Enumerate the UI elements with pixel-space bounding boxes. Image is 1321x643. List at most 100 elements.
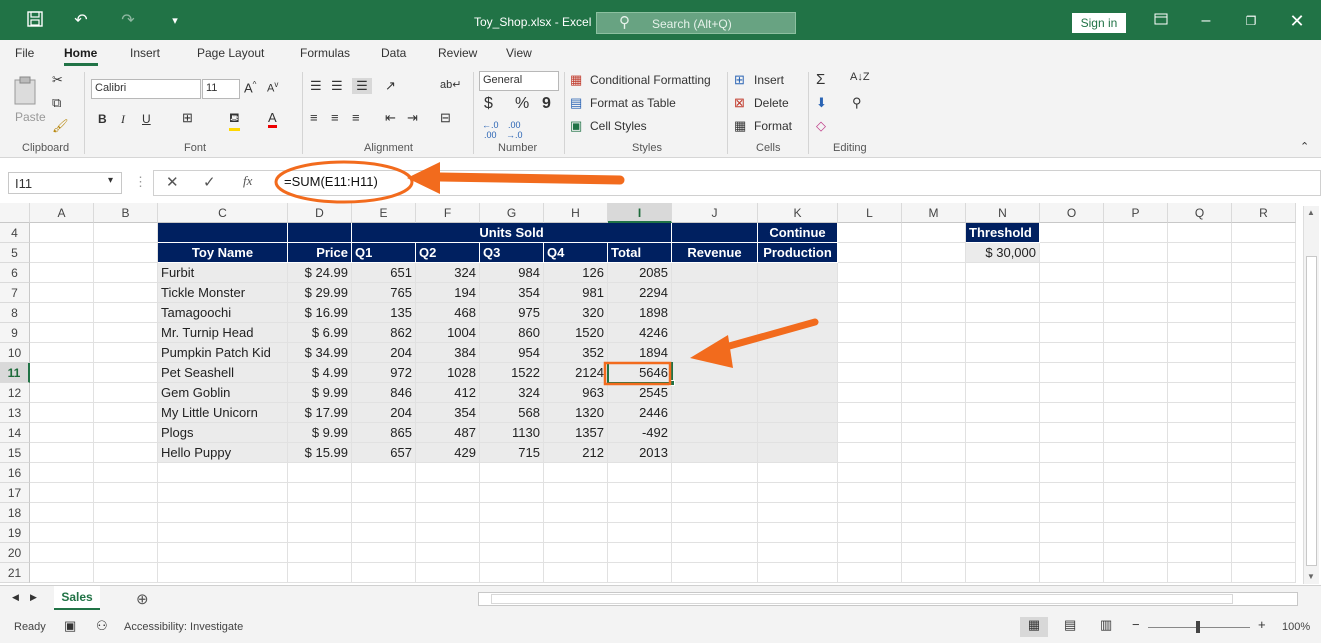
grid-cell[interactable] bbox=[1168, 223, 1232, 243]
grid-cell[interactable] bbox=[1104, 263, 1168, 283]
insert-function-icon[interactable]: fx bbox=[243, 173, 252, 189]
row-header-18[interactable]: 18 bbox=[0, 503, 30, 523]
grid-cell[interactable] bbox=[94, 483, 158, 503]
percent-button[interactable]: % bbox=[515, 95, 529, 113]
grid-cell[interactable] bbox=[966, 463, 1040, 483]
grid-cell[interactable] bbox=[758, 503, 838, 523]
grid-cell[interactable] bbox=[30, 383, 94, 403]
row-header-20[interactable]: 20 bbox=[0, 543, 30, 563]
grid-cell[interactable] bbox=[1232, 483, 1296, 503]
grid-cell[interactable] bbox=[1040, 243, 1104, 263]
grid-cell[interactable] bbox=[94, 323, 158, 343]
grid-cell[interactable] bbox=[1232, 463, 1296, 483]
revenue-cell[interactable] bbox=[672, 443, 758, 463]
grid-cell[interactable] bbox=[1232, 263, 1296, 283]
q4-header[interactable]: Q4 bbox=[544, 243, 608, 263]
q1-cell[interactable]: 204 bbox=[352, 343, 416, 363]
production-header[interactable]: Production bbox=[758, 243, 838, 263]
continue-header[interactable]: Continue bbox=[758, 223, 838, 243]
grid-cell[interactable] bbox=[1168, 543, 1232, 563]
grid-cell[interactable] bbox=[902, 383, 966, 403]
grid-cell[interactable] bbox=[902, 423, 966, 443]
price-cell[interactable]: $ 24.99 bbox=[288, 263, 352, 283]
grid-cell[interactable] bbox=[1168, 423, 1232, 443]
grid-cell[interactable] bbox=[94, 303, 158, 323]
revenue-cell[interactable] bbox=[672, 263, 758, 283]
grid-cell[interactable] bbox=[544, 563, 608, 583]
revenue-cell[interactable] bbox=[672, 323, 758, 343]
price-cell[interactable]: $ 15.99 bbox=[288, 443, 352, 463]
grid-cell[interactable] bbox=[30, 323, 94, 343]
row-header-6[interactable]: 6 bbox=[0, 263, 30, 283]
toy-name-cell[interactable]: Hello Puppy bbox=[158, 443, 288, 463]
grid-cell[interactable] bbox=[1104, 563, 1168, 583]
toy-name-cell[interactable]: Tickle Monster bbox=[158, 283, 288, 303]
scroll-down-icon[interactable]: ▼ bbox=[1307, 572, 1315, 581]
column-header-a[interactable]: A bbox=[30, 203, 94, 223]
decrease-decimal-icon[interactable]: .00 →.0 bbox=[506, 120, 523, 140]
grid-cell[interactable] bbox=[902, 363, 966, 383]
grid-cell[interactable] bbox=[1104, 223, 1168, 243]
row-header-4[interactable]: 4 bbox=[0, 223, 30, 243]
name-box[interactable]: I11 bbox=[8, 172, 122, 194]
grid-cell[interactable] bbox=[1232, 503, 1296, 523]
grid-cell[interactable] bbox=[1168, 403, 1232, 423]
revenue-cell[interactable] bbox=[672, 303, 758, 323]
q3-header[interactable]: Q3 bbox=[480, 243, 544, 263]
grid-cell[interactable] bbox=[352, 543, 416, 563]
grid-cell[interactable] bbox=[30, 283, 94, 303]
grid-cell[interactable] bbox=[544, 543, 608, 563]
grid-cell[interactable] bbox=[158, 483, 288, 503]
toy-name-header[interactable]: Toy Name bbox=[158, 243, 288, 263]
fill-color-icon[interactable]: ⛾ bbox=[229, 110, 240, 131]
grid-cell[interactable] bbox=[1232, 443, 1296, 463]
grid-cell[interactable] bbox=[1168, 343, 1232, 363]
grid-cell[interactable] bbox=[1168, 563, 1232, 583]
grid-cell[interactable] bbox=[30, 343, 94, 363]
column-header-j[interactable]: J bbox=[672, 203, 758, 223]
grid-cell[interactable] bbox=[158, 563, 288, 583]
grid-cell[interactable] bbox=[1168, 323, 1232, 343]
grid-cell[interactable] bbox=[1232, 543, 1296, 563]
column-header-k[interactable]: K bbox=[758, 203, 838, 223]
revenue-cell[interactable] bbox=[672, 363, 758, 383]
grid-cell[interactable] bbox=[544, 503, 608, 523]
grid-cell[interactable] bbox=[1232, 423, 1296, 443]
q1-cell[interactable]: 972 bbox=[352, 363, 416, 383]
grid-cell[interactable] bbox=[94, 443, 158, 463]
table-header-blank[interactable] bbox=[288, 223, 352, 243]
middle-align-icon[interactable]: ☰ bbox=[331, 78, 343, 94]
orientation-icon[interactable]: ↗ bbox=[385, 78, 396, 94]
underline-button[interactable]: U bbox=[142, 112, 151, 126]
grid-cell[interactable] bbox=[30, 523, 94, 543]
grid-cell[interactable] bbox=[288, 503, 352, 523]
q3-cell[interactable]: 860 bbox=[480, 323, 544, 343]
tab-home[interactable]: Home bbox=[64, 46, 97, 60]
grid-cell[interactable] bbox=[838, 363, 902, 383]
grid-cell[interactable] bbox=[902, 323, 966, 343]
q2-cell[interactable]: 194 bbox=[416, 283, 480, 303]
grid-cell[interactable] bbox=[1232, 383, 1296, 403]
grid-cell[interactable] bbox=[1040, 283, 1104, 303]
row-header-14[interactable]: 14 bbox=[0, 423, 30, 443]
grid-cell[interactable] bbox=[838, 483, 902, 503]
confirm-entry-icon[interactable]: ✓ bbox=[203, 173, 216, 191]
q2-cell[interactable]: 384 bbox=[416, 343, 480, 363]
grid-cell[interactable] bbox=[1040, 423, 1104, 443]
conditional-formatting-icon[interactable]: ▦ bbox=[570, 72, 582, 88]
grid-cell[interactable] bbox=[838, 563, 902, 583]
grid-cell[interactable] bbox=[94, 543, 158, 563]
grid-cell[interactable] bbox=[1168, 503, 1232, 523]
italic-button[interactable]: I bbox=[121, 112, 125, 127]
format-painter-icon[interactable]: 🖌 bbox=[52, 118, 69, 134]
grid-cell[interactable] bbox=[480, 543, 544, 563]
grid-cell[interactable] bbox=[30, 483, 94, 503]
q1-cell[interactable]: 651 bbox=[352, 263, 416, 283]
grid-cell[interactable] bbox=[30, 443, 94, 463]
grid-cell[interactable] bbox=[1232, 343, 1296, 363]
delete-cells-icon[interactable]: ⊠ bbox=[734, 95, 745, 111]
grid-cell[interactable] bbox=[1104, 423, 1168, 443]
grid-cell[interactable] bbox=[902, 223, 966, 243]
grid-cell[interactable] bbox=[1040, 223, 1104, 243]
q3-cell[interactable]: 568 bbox=[480, 403, 544, 423]
